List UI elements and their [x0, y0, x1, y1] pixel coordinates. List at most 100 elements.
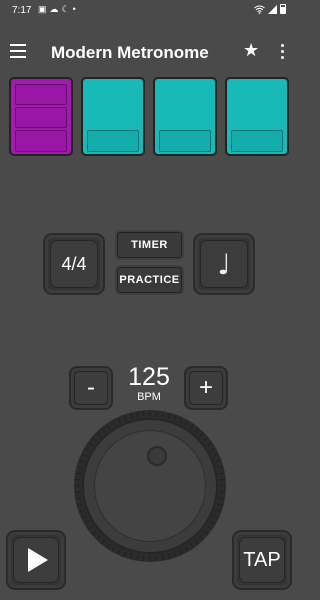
knob-tick — [213, 515, 219, 519]
knob-tick — [210, 520, 216, 524]
knob-tick — [167, 413, 170, 419]
tempo-value: 125 — [128, 363, 170, 391]
more-vert-icon[interactable] — [281, 44, 285, 62]
beat-pad-1[interactable] — [9, 77, 73, 156]
knob-tick — [217, 466, 223, 469]
knob-tick — [112, 420, 116, 426]
knob-tick — [184, 546, 188, 552]
knob-tick — [210, 448, 216, 452]
knob-tick — [123, 415, 127, 421]
knob-tick — [173, 415, 177, 421]
knob-tick — [88, 442, 93, 447]
knob-tick — [203, 530, 208, 535]
knob-tick — [117, 549, 121, 555]
plus-label: + — [198, 374, 213, 401]
knob-tick — [215, 459, 221, 463]
tempo-display: 125 BPM — [121, 364, 177, 403]
tap-label: TAP — [243, 548, 281, 571]
play-icon — [28, 548, 48, 572]
beat-pad-4[interactable] — [225, 77, 289, 156]
status-bar: 7:17 ▣ ☁ ☾ • — [0, 0, 300, 22]
practice-button[interactable]: PRACTICE — [117, 267, 182, 293]
tempo-decrease-button[interactable]: - — [69, 366, 113, 410]
notification-icons: ▣ ☁ ☾ • — [38, 4, 76, 14]
knob-tick — [77, 503, 83, 506]
knob-tick — [194, 539, 199, 544]
knob-tick — [84, 448, 90, 452]
dot-icon: • — [72, 4, 76, 14]
play-button[interactable] — [6, 530, 66, 590]
time-signature-label: 4/4 — [61, 253, 87, 274]
knob-tick — [217, 503, 223, 506]
knob-tick — [189, 543, 194, 548]
app-bar: Modern Metronome ★ — [0, 30, 300, 76]
time-signature-button[interactable]: 4/4 — [43, 233, 105, 295]
wifi-icon — [254, 5, 265, 14]
knob-tick — [117, 417, 121, 423]
knob-tick — [106, 424, 111, 429]
battery-icon — [280, 4, 286, 14]
knob-indicator — [147, 446, 167, 466]
knob-tick — [84, 520, 90, 524]
knob-tick — [92, 437, 97, 442]
timer-label: TIMER — [131, 239, 168, 251]
knob-tick — [189, 424, 194, 429]
knob-tick — [207, 525, 212, 530]
knob-tick — [92, 530, 97, 535]
knob-tick — [101, 539, 106, 544]
app-title: Modern Metronome — [51, 43, 209, 62]
knob-tick — [215, 509, 221, 513]
knob-tick — [199, 535, 204, 540]
knob-tick — [101, 428, 106, 433]
minus-label: - — [87, 374, 95, 401]
knob-tick — [173, 551, 177, 557]
quarter-note-icon: ♩ — [217, 247, 231, 281]
signal-icon — [268, 4, 277, 14]
knob-tick — [130, 553, 133, 559]
star-icon[interactable]: ★ — [243, 40, 259, 61]
knob-tick — [161, 412, 164, 418]
tap-tempo-button[interactable]: TAP — [232, 530, 292, 590]
timer-button[interactable]: TIMER — [117, 232, 182, 258]
beat-pad-2[interactable] — [81, 77, 145, 156]
knob-tick — [123, 551, 127, 557]
knob-tick — [136, 412, 139, 418]
note-value-button[interactable]: ♩ — [193, 233, 255, 295]
knob-tick — [79, 459, 85, 463]
knob-tick — [76, 472, 82, 475]
knob-tick — [96, 535, 101, 540]
menu-icon[interactable] — [10, 44, 26, 58]
knob-tick — [179, 417, 183, 423]
knob-tick — [136, 554, 139, 560]
system-icons — [254, 4, 286, 14]
knob-tick — [207, 442, 212, 447]
knob-tick — [77, 466, 83, 469]
knob-tick — [79, 509, 85, 513]
knob-tick — [194, 428, 199, 433]
knob-tick — [112, 546, 116, 552]
image-icon: ▣ — [38, 4, 47, 14]
knob-tick — [179, 549, 183, 555]
knob-tick — [106, 543, 111, 548]
beat-pad-3[interactable] — [153, 77, 217, 156]
knob-tick — [76, 497, 82, 500]
knob-tick — [213, 453, 219, 457]
practice-label: PRACTICE — [119, 274, 180, 286]
knob-tick — [130, 413, 133, 419]
knob-tick — [218, 497, 224, 500]
knob-tick — [167, 553, 170, 559]
cloud-icon: ☁ — [49, 4, 59, 14]
knob-tick — [81, 515, 87, 519]
status-time: 7:17 — [12, 5, 32, 16]
knob-tick — [96, 432, 101, 437]
knob-tick — [199, 432, 204, 437]
knob-tick — [88, 525, 93, 530]
knob-tick — [81, 453, 87, 457]
tempo-increase-button[interactable]: + — [184, 366, 228, 410]
moon-icon: ☾ — [61, 4, 70, 14]
tempo-unit: BPM — [137, 391, 161, 403]
knob-tick — [218, 472, 224, 475]
tempo-knob[interactable] — [74, 410, 226, 562]
knob-tick — [184, 420, 188, 426]
knob-tick — [161, 554, 164, 560]
